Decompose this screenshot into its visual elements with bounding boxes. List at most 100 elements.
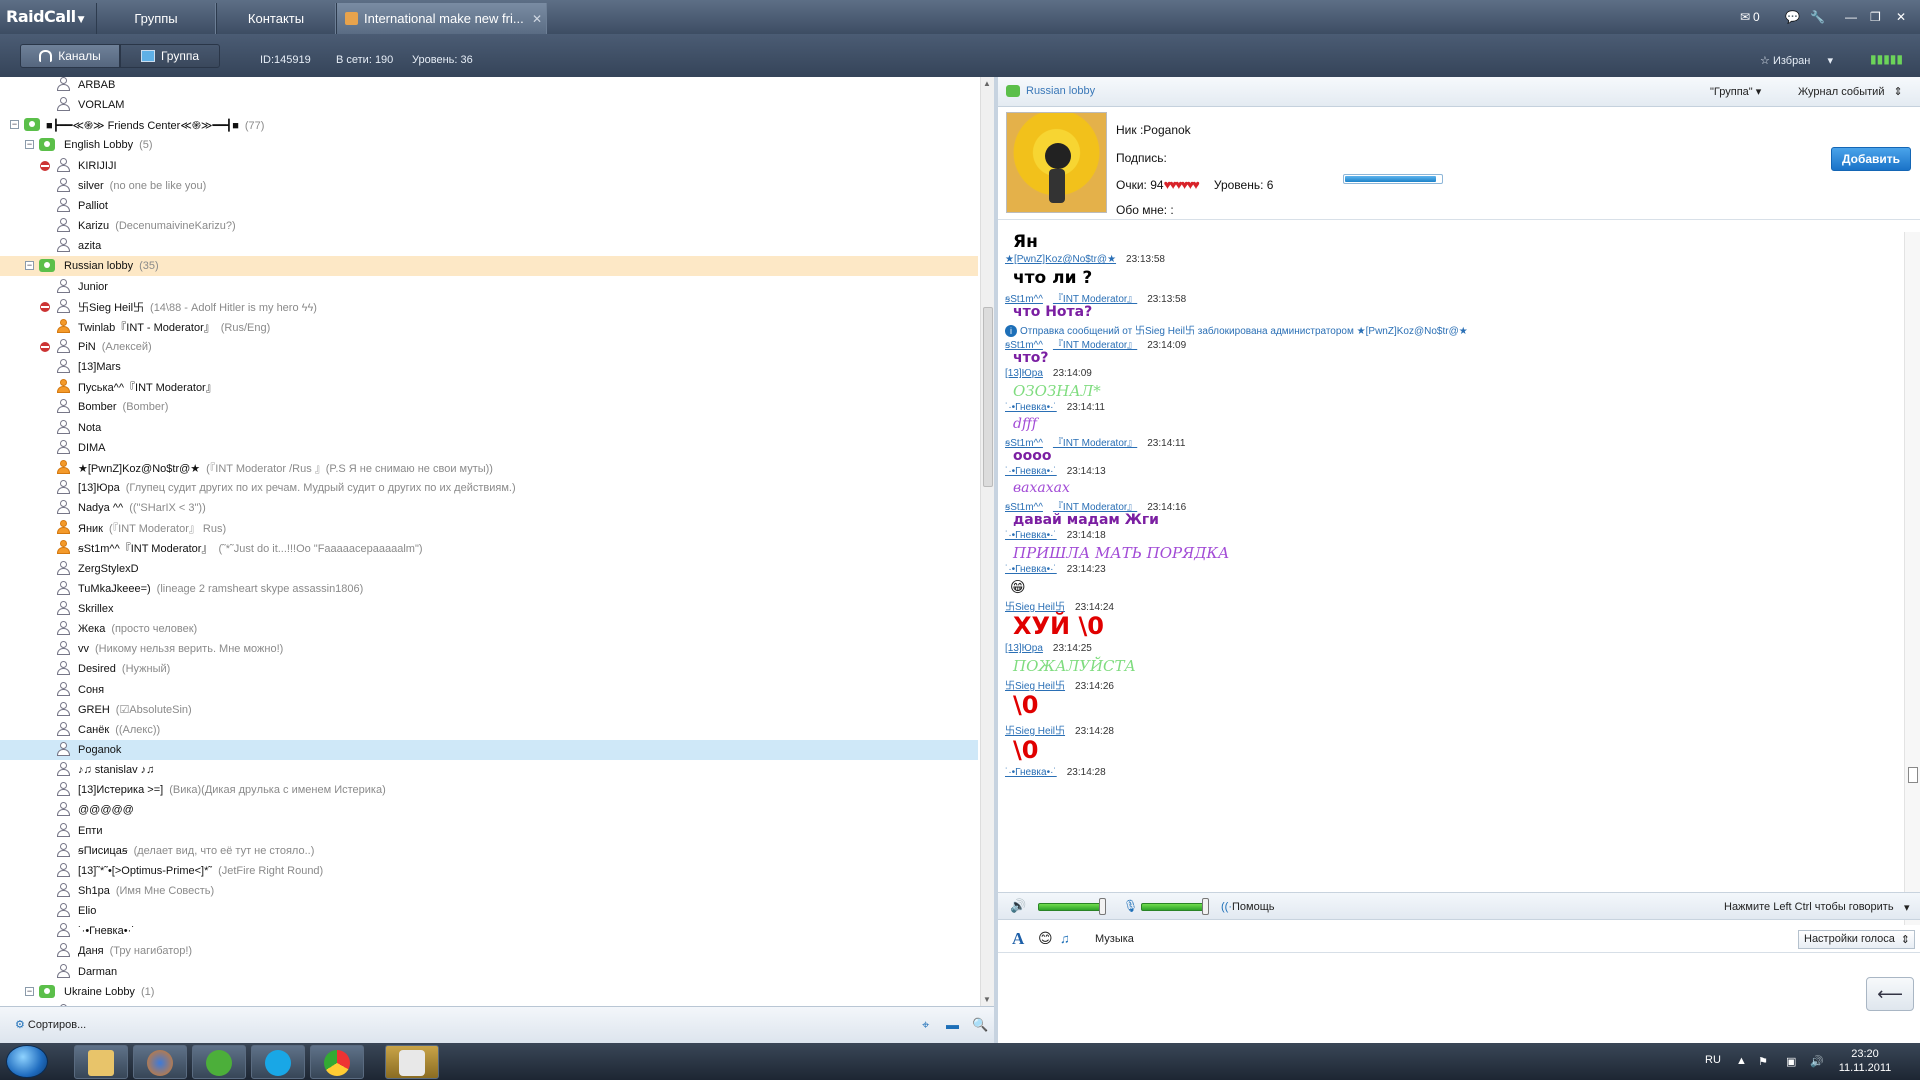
chevron-down-icon[interactable]: ▾ — [1904, 901, 1910, 914]
taskbar-utorrent[interactable] — [192, 1045, 246, 1079]
close-icon[interactable]: ✕ — [1896, 10, 1906, 24]
message-author[interactable]: ˙·•Гневка•·˙ — [1005, 767, 1057, 778]
speaker-volume-slider[interactable] — [1038, 903, 1106, 911]
tree-user-row[interactable]: Nadya ^^ (("SHarIX < 3")) — [0, 498, 978, 518]
tab-groups[interactable]: Группы — [96, 3, 216, 34]
tree-user-row[interactable]: [13]Mars — [0, 357, 978, 377]
send-button[interactable]: ⟵ — [1866, 977, 1914, 1011]
author-role[interactable]: 『INT Moderator』 — [1053, 340, 1137, 351]
taskbar-firefox[interactable] — [133, 1045, 187, 1079]
tree-user-row[interactable]: vv (Никому нельзя верить. Мне можно!) — [0, 639, 978, 659]
tree-user-row[interactable]: VORLAM — [0, 95, 978, 115]
author-role[interactable]: 『INT Moderator』 — [1053, 438, 1137, 449]
smiley-icon[interactable]: 😊 — [1038, 930, 1053, 947]
minimize-icon[interactable]: — — [1845, 10, 1857, 24]
tree-user-row[interactable]: Епти — [0, 821, 978, 841]
language-indicator[interactable]: RU — [1705, 1054, 1721, 1066]
tree-user-row[interactable]: Twinlab『INT - Moderator』 (Rus/Eng) — [0, 317, 978, 337]
tree-user-row[interactable]: Skrillex — [0, 599, 978, 619]
collapse-toggle-icon[interactable]: − — [10, 120, 19, 130]
start-button[interactable] — [6, 1045, 48, 1078]
maximize-icon[interactable]: ❐ — [1870, 10, 1881, 24]
message-author[interactable]: [13]Юра — [1005, 368, 1043, 379]
volume-icon[interactable]: 🔊 — [1810, 1055, 1824, 1068]
tree-user-row[interactable]: [13]˜*˜•[>Optimus-Prime<]*˜ (JetFire Righ… — [0, 861, 978, 881]
tray-arrow-icon[interactable]: ▲ — [1736, 1055, 1747, 1067]
tree-user-row[interactable]: Karizu (DecenumaivineKarizu?) — [0, 216, 978, 236]
collapse-icon[interactable]: ▬ — [946, 1017, 959, 1032]
group-dropdown[interactable]: "Группа" ▾ — [1710, 85, 1761, 98]
microphone-icon[interactable]: 🎙 — [1123, 899, 1138, 913]
tree-user-row[interactable]: ★[PwnZ]Koz@No$tr@★ (『INT Moderator /Rus 』… — [0, 458, 978, 478]
tree-user-row[interactable]: @@@@@ — [0, 800, 978, 820]
favorites-button[interactable]: ☆ Избран ▾ — [1760, 54, 1833, 67]
tree-user-row[interactable]: 卐Sieg Heil卐 (14\88 - Adolf Hitler is my h… — [0, 297, 978, 317]
tree-user-row[interactable]: Даня (Тру нагибатор!) — [0, 941, 978, 961]
message-author[interactable]: ˙·•Гневка•·˙ — [1005, 466, 1057, 477]
tree-user-row[interactable]: Poganok — [0, 739, 978, 760]
clock[interactable]: 23:20 11.11.2011 — [1832, 1047, 1898, 1075]
tree-user-row[interactable]: ꞩSt1m^^『INT Moderator』 (˜*˜Just do it...!… — [0, 538, 978, 558]
app-logo[interactable]: RaidCall ▼ — [6, 7, 85, 26]
tree-channel-row[interactable]: − Ukraine Lobby (1) — [0, 982, 978, 1002]
push-to-talk-label[interactable]: Нажмите Left Ctrl чтобы говорить — [1724, 901, 1894, 913]
avatar[interactable] — [1006, 112, 1107, 213]
tree-user-row[interactable]: Desired (Нужный) — [0, 659, 978, 679]
tree-user-row[interactable]: Пуська^^『INT Moderator』 — [0, 377, 978, 397]
music-label[interactable]: Музыка — [1095, 933, 1134, 945]
music-icon[interactable]: ♫ — [1060, 931, 1070, 946]
tree-user-row[interactable]: KIRIJIJI — [0, 156, 978, 176]
scroll-down-icon[interactable]: ▼ — [983, 995, 991, 1004]
tree-user-row[interactable]: ARBAB — [0, 77, 978, 95]
mail-icon[interactable]: ✉ — [1740, 10, 1750, 24]
wrench-icon[interactable]: 🔧 — [1810, 10, 1825, 24]
tree-group-row[interactable]: − ■┣━━≪֍≫ Friends Center≪֍≫━━┫■ (77) — [0, 115, 978, 135]
tab-contacts[interactable]: Контакты — [216, 3, 336, 34]
tree-user-row[interactable]: DIMA — [0, 438, 978, 458]
tab-active-group[interactable]: International make new fri... ✕ — [336, 3, 547, 34]
chat-bubble-icon[interactable]: 💬 — [1785, 10, 1800, 24]
message-author[interactable]: ˙·•Гневка•·˙ — [1005, 564, 1057, 575]
slider-handle[interactable] — [1202, 898, 1209, 915]
scroll-up-icon[interactable]: ▲ — [983, 79, 991, 88]
tree-user-row[interactable]: Жека (просто человек) — [0, 619, 978, 639]
network-icon[interactable]: ▣ — [1786, 1055, 1796, 1068]
tree-user-row[interactable]: Sh1pa (Имя Мне Совесть) — [0, 881, 978, 901]
voice-settings-dropdown[interactable]: Настройки голоса ⇕ — [1798, 930, 1915, 949]
chat-scrollbar[interactable] — [1904, 232, 1920, 970]
taskbar-chrome[interactable] — [310, 1045, 364, 1079]
tree-channel-row[interactable]: − English Lobby (5) — [0, 135, 978, 155]
message-author[interactable]: [13]Юра — [1005, 643, 1043, 654]
tree-user-row[interactable]: Junior — [0, 277, 978, 297]
event-log-dropdown[interactable]: Журнал событий ⇕ — [1798, 85, 1903, 98]
tree-user-row[interactable]: ꞩПисицаꞩ (делает вид, что её тут не стоял… — [0, 841, 978, 861]
taskbar-raidcall[interactable] — [385, 1045, 439, 1079]
tree-user-row[interactable]: Elio — [0, 901, 978, 921]
message-author[interactable]: ★[PwnZ]Koz@No$tr@★ — [1005, 254, 1116, 265]
taskbar-explorer[interactable] — [74, 1045, 128, 1079]
search-icon[interactable]: 🔍 — [972, 1017, 988, 1033]
tree-user-row[interactable]: ˙·•Гневка•·˙ — [0, 921, 978, 941]
close-tab-icon[interactable]: ✕ — [532, 12, 542, 26]
tree-user-row[interactable]: azita — [0, 236, 978, 256]
tree-user-row[interactable]: Palliot — [0, 196, 978, 216]
channels-button[interactable]: Каналы — [20, 44, 120, 68]
tree-scrollbar[interactable]: ▲ ▼ — [980, 77, 994, 1006]
font-icon[interactable]: A — [1012, 929, 1024, 949]
tree-user-row[interactable]: GREH (☑AbsoluteSin) — [0, 700, 978, 720]
add-friend-button[interactable]: Добавить — [1831, 147, 1911, 171]
tree-user-row[interactable]: ZergStylexD — [0, 559, 978, 579]
taskbar-skype[interactable] — [251, 1045, 305, 1079]
tree-user-row[interactable]: Bomber (Bomber) — [0, 397, 978, 417]
sort-button[interactable]: ⚙ Сортиров... — [15, 1018, 86, 1031]
slider-handle[interactable] — [1099, 898, 1106, 915]
tree-user-row[interactable]: silver (no one be like you) — [0, 176, 978, 196]
locate-pin-icon[interactable]: ⌖ — [922, 1017, 929, 1033]
tree-user-row[interactable]: TuMkaJkeee=) (lineage 2 ramsheart skype a… — [0, 579, 978, 599]
tree-user-row[interactable]: Darman — [0, 962, 978, 982]
scrollbar-thumb[interactable] — [1908, 767, 1918, 783]
tree-user-row[interactable]: Санёк ((Алекс)) — [0, 720, 978, 740]
tree-user-row[interactable]: Nota — [0, 418, 978, 438]
speaker-icon[interactable]: 🔊 — [1010, 898, 1026, 914]
flag-icon[interactable]: ⚑ — [1758, 1055, 1768, 1068]
